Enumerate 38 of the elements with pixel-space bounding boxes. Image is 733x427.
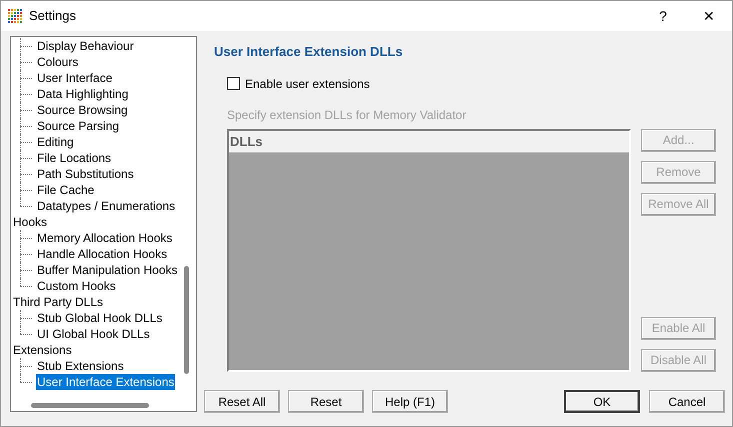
tree-item[interactable]: Editing (36, 134, 75, 150)
checkbox-label: Enable user extensions (245, 76, 370, 92)
close-button[interactable]: ✕ (686, 1, 732, 31)
checkbox[interactable] (227, 77, 240, 90)
tree-item[interactable]: File Locations (36, 150, 112, 166)
dialog-button[interactable]: Reset (288, 390, 364, 413)
tree-item[interactable]: Source Browsing (36, 102, 129, 118)
tree-item[interactable]: Buffer Manipulation Hooks (36, 262, 179, 278)
help-button[interactable]: ? (640, 1, 686, 31)
tree-item[interactable]: Extensions (12, 342, 73, 358)
dialog-button[interactable]: Reset All (204, 390, 280, 413)
hint-text: Specify extension DLLs for Memory Validator (227, 106, 468, 124)
tree-item[interactable]: User Interface (36, 70, 114, 86)
tree-item[interactable]: Colours (36, 54, 80, 70)
app-icon (7, 8, 23, 24)
dialog-button[interactable]: Cancel (649, 390, 725, 413)
tree-item[interactable]: Datatypes / Enumerations (36, 198, 176, 214)
tree-item[interactable]: Stub Global Hook DLLs (36, 310, 164, 326)
tree-item[interactable]: Data Highlighting (36, 86, 130, 102)
section-heading: User Interface Extension DLLs (214, 43, 404, 61)
tree-item[interactable]: Hooks (12, 214, 48, 230)
tree-item[interactable]: Path Substitutions (36, 166, 135, 182)
tree-item[interactable]: Third Party DLLs (12, 294, 104, 310)
dialog-button[interactable]: OK (564, 390, 640, 413)
tree-item[interactable]: UI Global Hook DLLs (36, 326, 151, 342)
tree-item[interactable]: Memory Allocation Hooks (36, 230, 174, 246)
tree-item[interactable]: Display Behaviour (36, 38, 135, 54)
column-header[interactable]: DLLs (229, 130, 629, 152)
tree-item[interactable]: Stub Extensions (36, 358, 125, 374)
window-title: Settings (29, 7, 76, 26)
tree-item[interactable]: Handle Allocation Hooks (36, 246, 168, 262)
tree-item[interactable]: Source Parsing (36, 118, 120, 134)
scrollbar-thumb[interactable] (184, 266, 189, 374)
dialog-button[interactable]: Help (F1) (372, 390, 448, 413)
tree-item[interactable]: Custom Hooks (36, 278, 117, 294)
tree-item[interactable]: User Interface Extensions (36, 374, 176, 390)
scrollbar-thumb[interactable] (31, 403, 149, 408)
tree-item[interactable]: File Cache (36, 182, 96, 198)
